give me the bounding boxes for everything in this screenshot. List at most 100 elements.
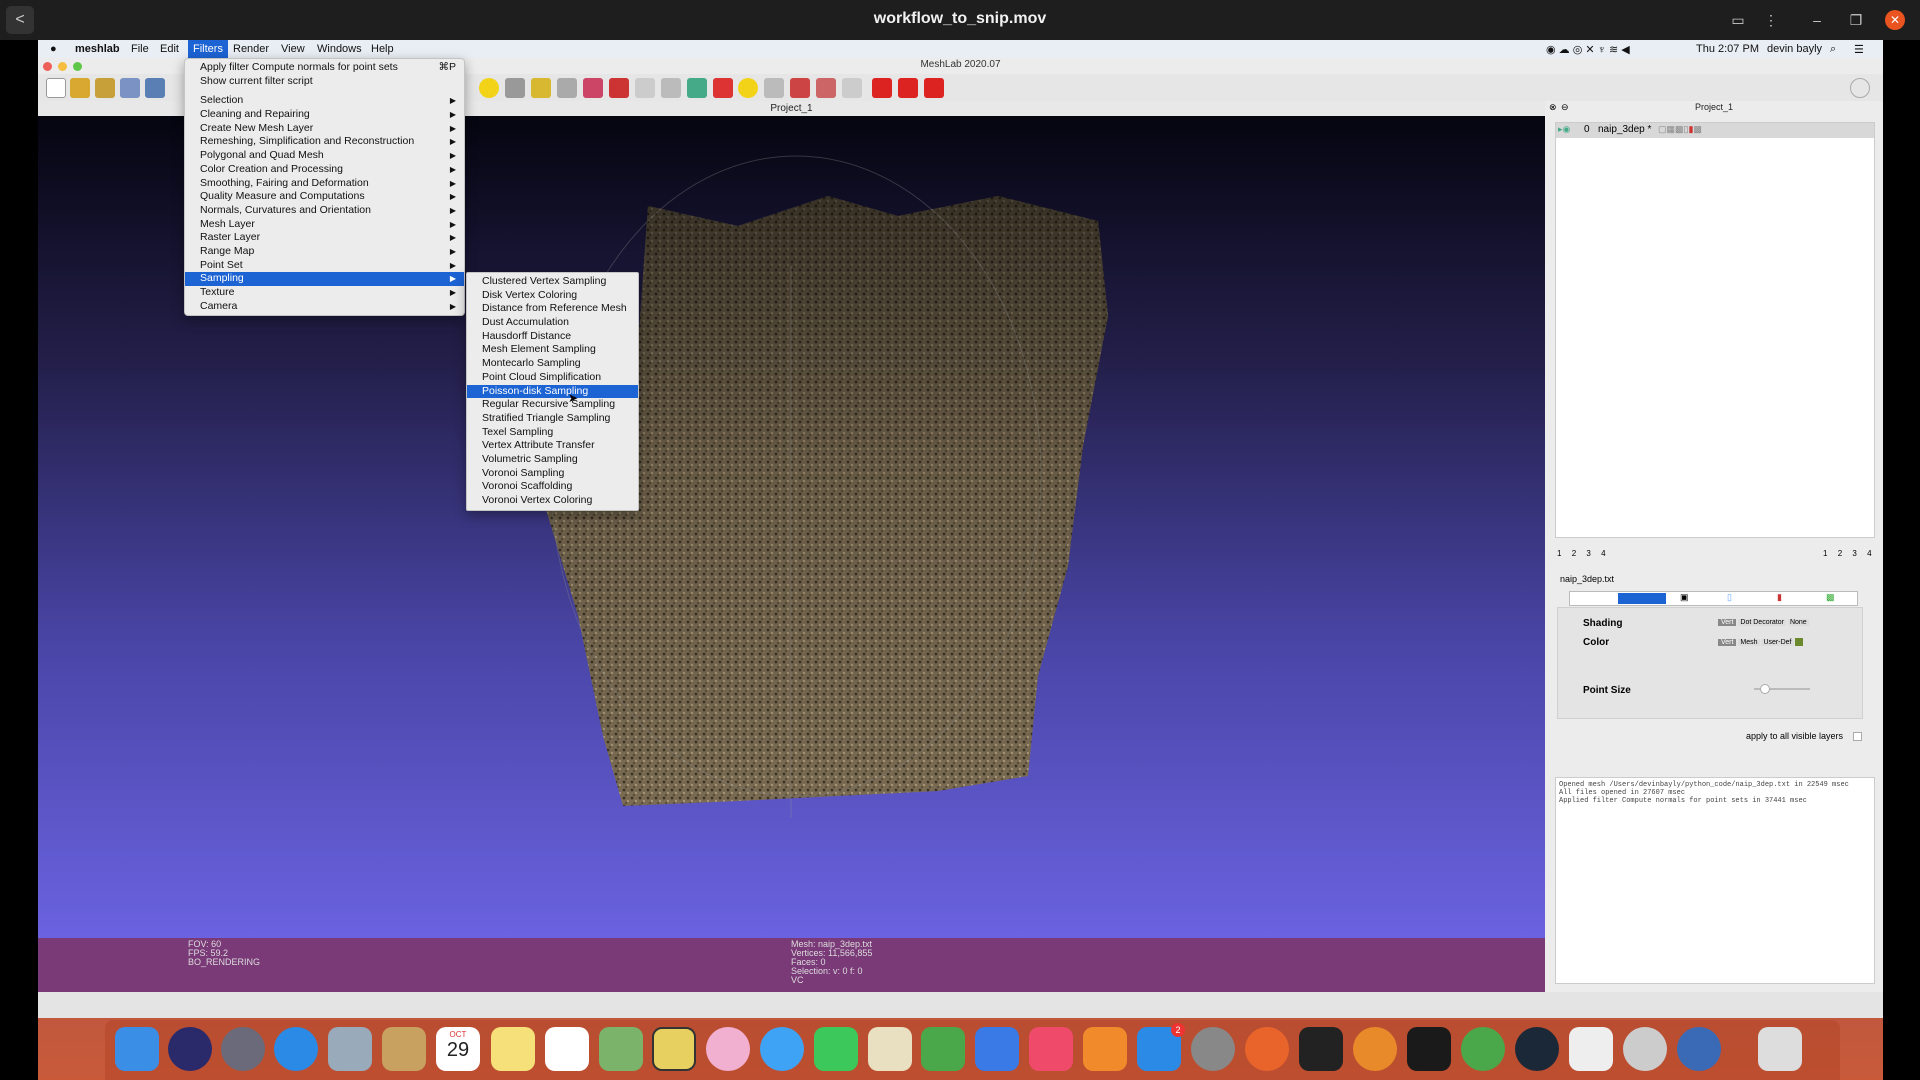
notes-icon[interactable] <box>491 1027 535 1071</box>
textedit-icon[interactable] <box>1569 1027 1613 1071</box>
menu-item-texture[interactable]: Texture ▶ <box>185 286 464 300</box>
layer-list[interactable] <box>1555 122 1875 538</box>
sampling-item[interactable]: Volumetric Sampling <box>467 453 638 467</box>
menu-item-mesh-layer[interactable]: Mesh Layer ▶ <box>185 218 464 232</box>
close-icon[interactable]: ✕ <box>1885 10 1905 30</box>
sampling-item[interactable]: Voronoi Sampling <box>467 467 638 481</box>
menu-item-sampling[interactable]: Sampling ▶ <box>185 272 464 286</box>
firefox-icon[interactable] <box>1245 1027 1289 1071</box>
select-connected-icon[interactable] <box>816 78 836 98</box>
eye-icon[interactable]: ▸◉ <box>1558 124 1570 135</box>
import-mesh-icon[interactable] <box>95 78 115 98</box>
cast-icon[interactable]: ▭ <box>1725 8 1751 32</box>
menu-item-normals[interactable]: Normals, Curvatures and Orientation ▶ <box>185 204 464 218</box>
eye-app-icon[interactable] <box>1623 1027 1667 1071</box>
camera-icon[interactable] <box>557 78 577 98</box>
clock[interactable]: Thu 2:07 PM <box>1696 43 1759 55</box>
menu-item-quality[interactable]: Quality Measure and Computations ▶ <box>185 190 464 204</box>
minimize-traffic-light[interactable] <box>58 62 67 71</box>
annotation-icon[interactable] <box>479 78 499 98</box>
tab-points[interactable] <box>1618 593 1666 604</box>
facetime-icon[interactable] <box>814 1027 858 1071</box>
menu-item-point-set[interactable]: Point Set ▶ <box>185 259 464 273</box>
tab-texture-icon[interactable]: ▣ <box>1680 592 1689 603</box>
render-tabs[interactable]: ▣ ▯ ▮ ▩ <box>1569 591 1858 606</box>
calendar-icon[interactable]: OCT 29 <box>436 1027 480 1071</box>
safari-icon[interactable] <box>274 1027 318 1071</box>
chrome-icon[interactable] <box>1461 1027 1505 1071</box>
finder-icon[interactable] <box>115 1027 159 1071</box>
manipulator-icon[interactable] <box>661 78 681 98</box>
menu-item-remeshing[interactable]: Remeshing, Simplification and Reconstruc… <box>185 135 464 149</box>
close-traffic-light[interactable] <box>43 62 52 71</box>
new-project-icon[interactable] <box>46 78 66 98</box>
menu-item-raster-layer[interactable]: Raster Layer ▶ <box>185 231 464 245</box>
layer-pages-right[interactable]: 1 2 3 4 <box>1823 549 1872 558</box>
apple-icon[interactable]: ● <box>50 43 57 55</box>
panel-float-icon[interactable]: ⊖ <box>1561 102 1569 113</box>
point-size-slider[interactable] <box>1754 684 1810 694</box>
delete-faces-icon[interactable] <box>872 78 892 98</box>
app-icon[interactable] <box>652 1027 696 1071</box>
menu-file[interactable]: File <box>131 43 149 55</box>
poisson-disk-sampling-item[interactable]: Poisson-disk Sampling <box>467 384 638 399</box>
books-icon[interactable] <box>1083 1027 1127 1071</box>
sampling-item[interactable]: Regular Recursive Sampling <box>467 398 638 412</box>
measure-icon[interactable] <box>505 78 525 98</box>
keynote-icon[interactable] <box>975 1027 1019 1071</box>
photos-icon[interactable] <box>706 1027 750 1071</box>
contacts-icon[interactable] <box>382 1027 426 1071</box>
layer-tool-icons[interactable]: ▢▦▩▯▮▩ <box>1658 124 1702 135</box>
menu-windows[interactable]: Windows <box>317 43 362 55</box>
quicktime-icon[interactable] <box>1677 1027 1721 1071</box>
menu-item-polygonal[interactable]: Polygonal and Quad Mesh ▶ <box>185 149 464 163</box>
sampling-item[interactable]: Texel Sampling <box>467 426 638 440</box>
search-icon[interactable]: ⌕ <box>1830 43 1836 56</box>
tab-green-icon[interactable]: ▩ <box>1826 592 1835 603</box>
menu-item-color[interactable]: Color Creation and Processing ▶ <box>185 163 464 177</box>
activity-monitor-icon[interactable] <box>1299 1027 1343 1071</box>
delete-all-icon[interactable] <box>924 78 944 98</box>
paint-icon[interactable] <box>531 78 551 98</box>
select-faces-icon[interactable] <box>764 78 784 98</box>
color-options[interactable]: Vert Mesh User-Def <box>1718 638 1804 646</box>
menu-item-camera[interactable]: Camera ▶ <box>185 300 464 314</box>
slider-knob[interactable] <box>1760 684 1770 694</box>
sampling-item[interactable]: Vertex Attribute Transfer <box>467 439 638 453</box>
more-icon[interactable]: ⋮ <box>1758 8 1784 32</box>
sampling-item[interactable]: Distance from Reference Mesh <box>467 302 638 316</box>
select-zbuffer-icon[interactable] <box>842 78 862 98</box>
sampling-item[interactable]: Mesh Element Sampling <box>467 343 638 357</box>
steam-icon[interactable] <box>1515 1027 1559 1071</box>
brush-icon[interactable] <box>583 78 603 98</box>
delete-vertices-icon[interactable] <box>898 78 918 98</box>
app-store-icon[interactable]: 2 <box>1137 1023 1185 1071</box>
menu-item-cleaning[interactable]: Cleaning and Repairing ▶ <box>185 108 464 122</box>
maximize-icon[interactable]: ❐ <box>1843 8 1869 32</box>
user-color-swatch[interactable] <box>1795 638 1804 646</box>
messages-icon[interactable] <box>760 1027 804 1071</box>
reload-icon[interactable] <box>120 78 140 98</box>
sampling-item[interactable]: Disk Vertex Coloring <box>467 289 638 303</box>
degree-icon[interactable] <box>713 78 733 98</box>
pick-points-icon[interactable] <box>609 78 629 98</box>
toolbar-search-icon[interactable] <box>1850 78 1870 98</box>
blender-icon[interactable] <box>1353 1027 1397 1071</box>
open-project-icon[interactable] <box>70 78 90 98</box>
list-icon[interactable]: ☰ <box>1854 43 1864 56</box>
maps-icon[interactable] <box>599 1027 643 1071</box>
menu-edit[interactable]: Edit <box>160 43 179 55</box>
apply-all-checkbox[interactable] <box>1853 732 1862 741</box>
layer-pages-left[interactable]: 1 2 3 4 <box>1557 549 1606 558</box>
menu-help[interactable]: Help <box>371 43 394 55</box>
select-vertices-icon[interactable] <box>790 78 810 98</box>
siri-icon[interactable] <box>168 1027 212 1071</box>
tab-box-icon[interactable]: ▯ <box>1727 592 1732 603</box>
app-menu[interactable]: meshlab <box>75 43 120 55</box>
export-icon[interactable] <box>145 78 165 98</box>
sampling-item[interactable]: Montecarlo Sampling <box>467 357 638 371</box>
system-preferences-icon[interactable] <box>1191 1027 1235 1071</box>
menu-view[interactable]: View <box>281 43 305 55</box>
minimize-icon[interactable]: – <box>1804 8 1830 32</box>
preview-icon[interactable] <box>868 1027 912 1071</box>
